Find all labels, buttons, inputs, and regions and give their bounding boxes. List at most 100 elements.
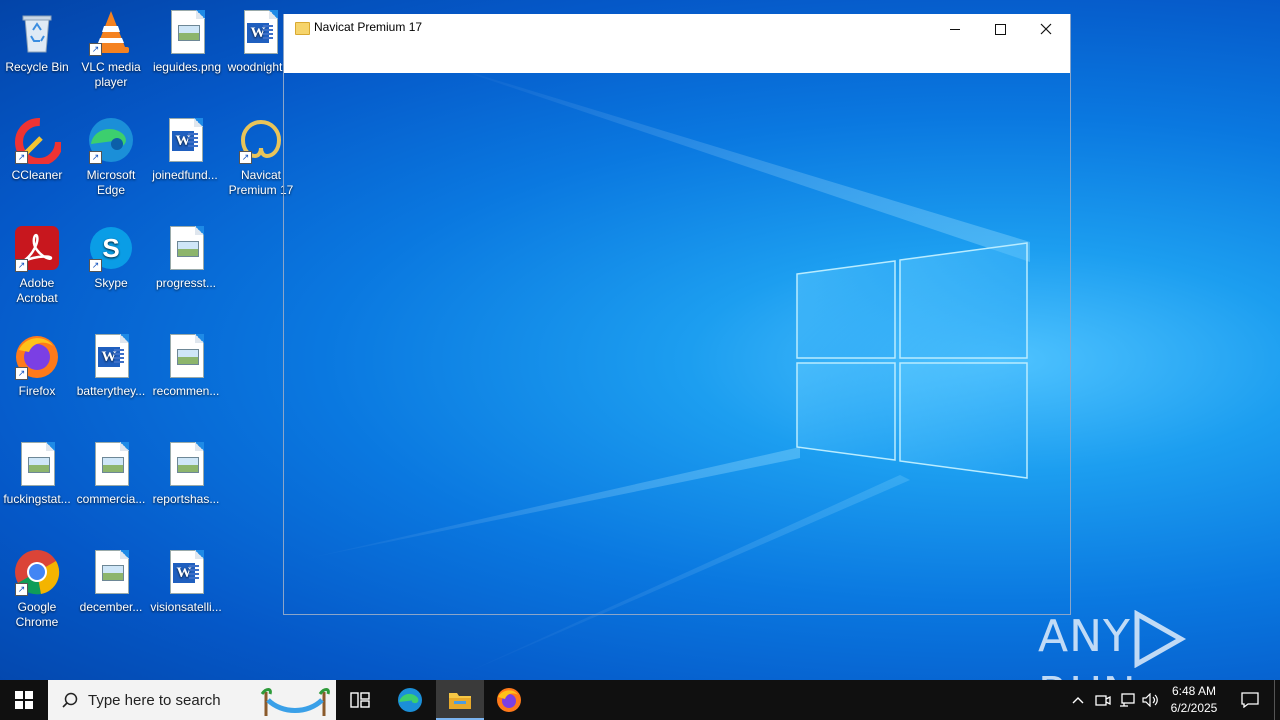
file-explorer-icon bbox=[449, 693, 471, 709]
word-document-icon: W bbox=[161, 116, 209, 164]
desktop-icon-label: batterythey... bbox=[76, 384, 146, 398]
desktop-icon-label: VLC media player bbox=[81, 60, 141, 89]
shortcut-arrow-icon: ↗ bbox=[15, 151, 28, 164]
desktop-icon-firefox[interactable]: ↗ Firefox bbox=[0, 324, 75, 399]
desktop-icon-label: progresst... bbox=[155, 276, 217, 290]
window-titlebar[interactable]: Navicat Premium 17 bbox=[284, 14, 1070, 73]
minimize-icon bbox=[950, 28, 960, 30]
desktop-icon-label: Google Chrome bbox=[15, 600, 59, 629]
desktop-icon-skype[interactable]: S ↗ Skype bbox=[73, 216, 149, 291]
maximize-button[interactable] bbox=[977, 14, 1023, 44]
shortcut-arrow-icon: ↗ bbox=[89, 43, 102, 56]
shortcut-arrow-icon: ↗ bbox=[239, 151, 252, 164]
navicat-window[interactable]: Navicat Premium 17 bbox=[283, 14, 1071, 615]
desktop-icon-google-chrome[interactable]: ↗ Google Chrome bbox=[0, 540, 75, 630]
task-view-icon bbox=[350, 692, 370, 708]
close-button[interactable] bbox=[1023, 14, 1069, 44]
google-chrome-icon: ↗ bbox=[13, 548, 61, 596]
volume-icon bbox=[1142, 693, 1158, 707]
tray-meet-now-button[interactable] bbox=[1091, 680, 1115, 720]
desktop-icon-label: Adobe Acrobat bbox=[16, 276, 58, 305]
microsoft-edge-icon bbox=[398, 688, 422, 712]
minimize-button[interactable] bbox=[932, 14, 978, 44]
svg-text:S: S bbox=[102, 233, 119, 263]
word-document-icon: W bbox=[162, 548, 210, 596]
vlc-cone-icon: ↗ bbox=[87, 8, 135, 56]
shortcut-arrow-icon: ↗ bbox=[89, 151, 102, 164]
desktop-icon-image-file[interactable]: commercia... bbox=[73, 432, 149, 507]
desktop-icon-image-file[interactable]: progresst... bbox=[148, 216, 224, 291]
desktop-icon-label: Skype bbox=[94, 276, 128, 290]
desktop-icon-label: reportshas... bbox=[152, 492, 220, 506]
ccleaner-icon: ↗ bbox=[13, 116, 63, 166]
tray-overflow-button[interactable] bbox=[1066, 680, 1090, 720]
watermark-text-left: ANY bbox=[1038, 611, 1131, 662]
image-file-icon bbox=[162, 224, 210, 272]
word-document-icon: W bbox=[87, 332, 135, 380]
image-file-icon bbox=[87, 440, 135, 488]
desktop-icon-microsoft-edge[interactable]: ↗ Microsoft Edge bbox=[73, 108, 149, 198]
desktop-icon-image-file[interactable]: reportshas... bbox=[148, 432, 224, 507]
desktop-icon-word-document[interactable]: W joinedfund... bbox=[147, 108, 223, 183]
image-file-icon bbox=[13, 440, 61, 488]
clock-time: 6:48 AM bbox=[1171, 684, 1217, 698]
firefox-icon: ↗ bbox=[13, 332, 61, 380]
desktop-icon-label: commercia... bbox=[76, 492, 146, 506]
meet-now-icon bbox=[1095, 695, 1111, 706]
taskbar-search-box[interactable]: Type here to search bbox=[48, 680, 336, 720]
word-document-icon: W bbox=[236, 8, 284, 56]
firefox-icon bbox=[497, 688, 521, 712]
taskbar: Type here to search 6:48 AM 6/2/2025 bbox=[0, 680, 1280, 720]
desktop-icon-word-document[interactable]: W batterythey... bbox=[73, 324, 149, 399]
network-icon bbox=[1120, 693, 1135, 707]
desktop-icon-image-file[interactable]: fuckingstat... bbox=[0, 432, 75, 507]
notification-icon bbox=[1241, 692, 1259, 708]
tray-network-button[interactable] bbox=[1115, 680, 1139, 720]
taskbar-clock[interactable]: 6:48 AM 6/2/2025 bbox=[1160, 683, 1228, 717]
show-desktop-button[interactable] bbox=[1274, 680, 1280, 720]
start-button[interactable] bbox=[0, 680, 48, 720]
chevron-up-icon bbox=[1072, 697, 1084, 704]
desktop-icon-image-file[interactable]: ieguides.png bbox=[149, 0, 225, 75]
action-center-button[interactable] bbox=[1232, 680, 1268, 720]
image-file-icon bbox=[87, 548, 135, 596]
desktop-icon-word-document[interactable]: W visionsatelli... bbox=[148, 540, 224, 615]
desktop-icon-image-file[interactable]: recommen... bbox=[148, 324, 224, 399]
image-file-icon bbox=[163, 8, 211, 56]
desktop-icon-ccleaner[interactable]: ↗ CCleaner bbox=[0, 108, 75, 183]
navicat-icon: ↗ bbox=[237, 116, 285, 164]
desktop-icon-label: Microsoft Edge bbox=[86, 168, 136, 197]
shortcut-arrow-icon: ↗ bbox=[15, 583, 28, 596]
close-icon bbox=[1040, 23, 1052, 35]
desktop-icon-label: Firefox bbox=[18, 384, 56, 398]
search-icon bbox=[62, 692, 78, 708]
folder-icon bbox=[295, 22, 310, 35]
search-placeholder: Type here to search bbox=[88, 691, 221, 709]
desktop-icon-adobe-acrobat[interactable]: ↗ Adobe Acrobat bbox=[0, 216, 75, 306]
image-file-icon bbox=[162, 440, 210, 488]
image-file-icon bbox=[162, 332, 210, 380]
desktop-icon-label: Recycle Bin bbox=[5, 60, 69, 74]
desktop-icon-label: recommen... bbox=[152, 384, 220, 398]
desktop-icon-image-file[interactable]: december... bbox=[73, 540, 149, 615]
adobe-acrobat-icon: ↗ bbox=[13, 224, 61, 272]
desktop-icon-vlc[interactable]: ↗ VLC media player bbox=[73, 0, 149, 90]
taskbar-edge-button[interactable] bbox=[386, 680, 434, 720]
desktop-icon-label: joinedfund... bbox=[152, 168, 218, 182]
desktop-icon-label: fuckingstat... bbox=[3, 492, 71, 506]
taskbar-firefox-button[interactable] bbox=[485, 680, 533, 720]
desktop-icon-label: CCleaner bbox=[11, 168, 63, 182]
skype-icon: S ↗ bbox=[87, 224, 135, 272]
maximize-icon bbox=[994, 23, 1006, 35]
taskbar-file-explorer-button[interactable] bbox=[436, 680, 484, 720]
desktop-icon-recycle-bin[interactable]: Recycle Bin bbox=[0, 0, 75, 75]
shortcut-arrow-icon: ↗ bbox=[15, 367, 28, 380]
task-view-button[interactable] bbox=[336, 680, 384, 720]
play-icon bbox=[1134, 610, 1186, 668]
recycle-bin-icon bbox=[13, 8, 61, 56]
clock-date: 6/2/2025 bbox=[1170, 701, 1218, 715]
desktop-icon-label: ieguides.png bbox=[152, 60, 222, 74]
hammock-illustration-icon bbox=[260, 688, 330, 716]
windows-start-icon bbox=[15, 691, 33, 709]
desktop-icon-label: visionsatelli... bbox=[150, 600, 222, 614]
